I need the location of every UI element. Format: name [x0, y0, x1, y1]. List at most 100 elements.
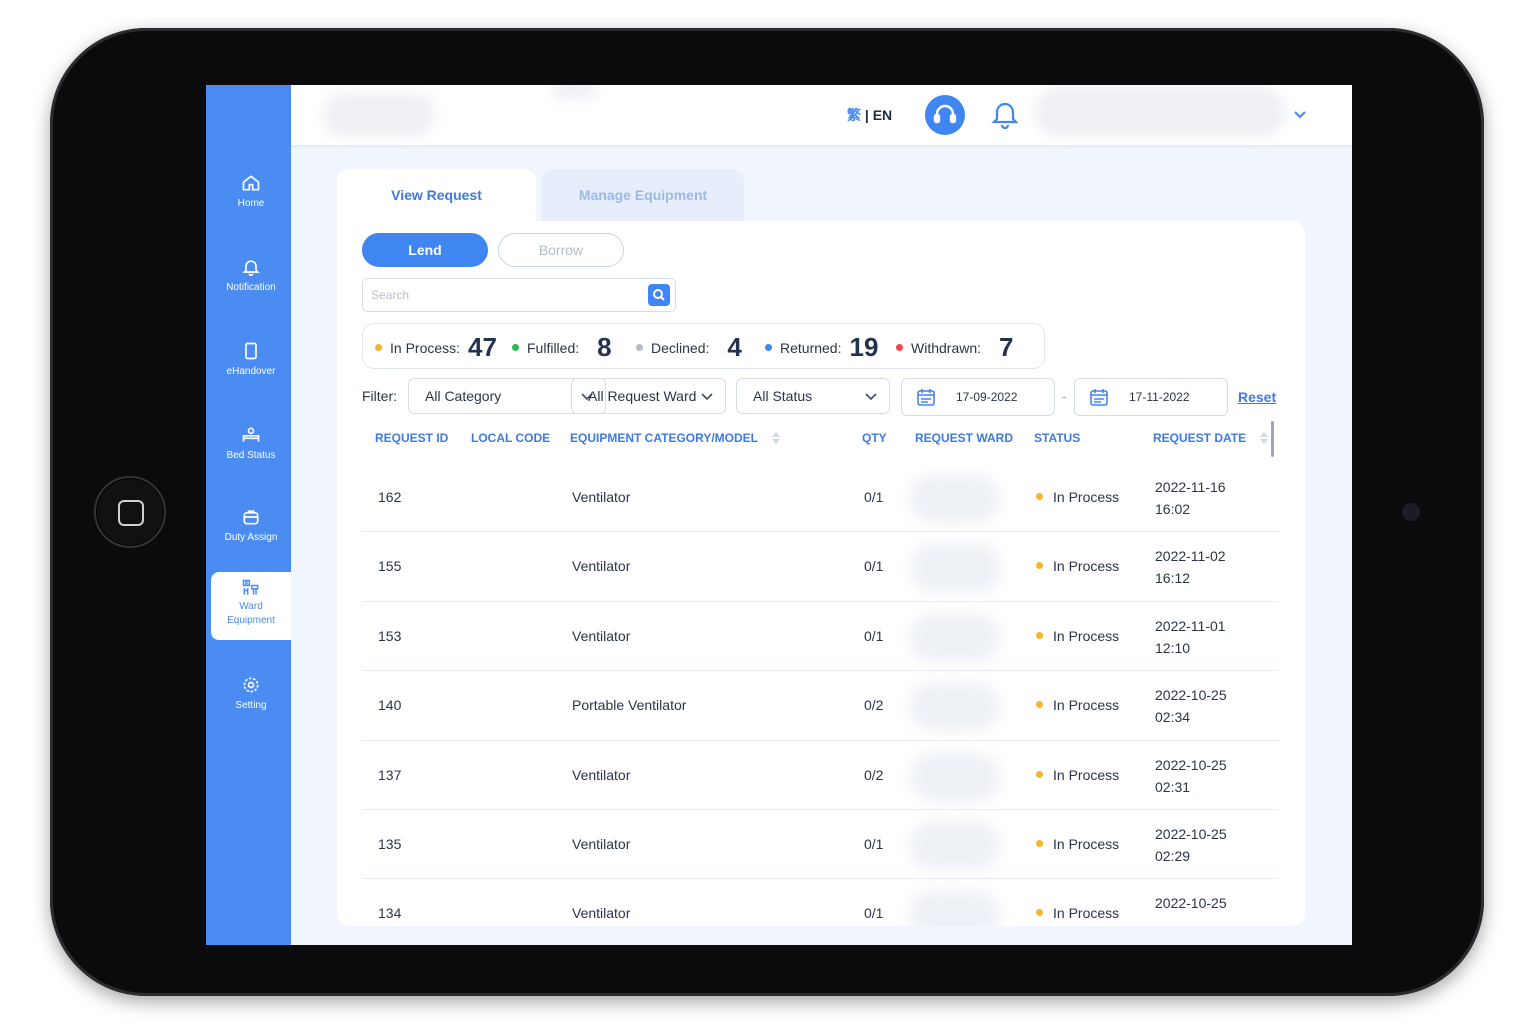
quantity: 0/1 [864, 489, 884, 505]
table-body: 162 Ventilator 0/1 In Process 2022-11-16 16:0… [362, 463, 1279, 926]
status-summary: In Process: 47 Fulfilled: 8 Declined: 4 Ret… [362, 323, 1045, 369]
request-date-day: 2022-11-01 [1155, 617, 1226, 634]
table-row[interactable]: 153 Ventilator 0/1 In Process 2022-11-01 12:1… [362, 602, 1279, 672]
blurred-element [553, 85, 597, 99]
status-select[interactable]: All Status [736, 378, 890, 414]
lang-zh[interactable]: 繁 [847, 107, 861, 123]
stat-value: 47 [468, 332, 497, 362]
stat-in-process[interactable]: In Process: 47 [375, 324, 497, 370]
chevron-down-icon[interactable] [1293, 107, 1307, 121]
language-switcher[interactable]: 繁 | EN [847, 105, 892, 125]
stat-value: 8 [597, 332, 612, 362]
ward-select[interactable]: All Request Ward [571, 378, 726, 414]
reset-link[interactable]: Reset [1238, 389, 1276, 405]
search-button[interactable] [648, 284, 670, 306]
table-scrollbar[interactable] [1271, 421, 1274, 457]
lang-separator: | [861, 107, 873, 123]
request-id: 135 [378, 835, 402, 852]
status-text: In Process [1053, 489, 1120, 505]
stat-withdrawn[interactable]: Withdrawn: 7 [896, 324, 1014, 370]
sort-icon[interactable] [1259, 432, 1269, 444]
column-header-request-id[interactable]: REQUEST ID [375, 431, 448, 445]
stat-declined[interactable]: Declined: 4 [636, 324, 742, 370]
category-select-value: All Category [425, 388, 502, 404]
equipment-model: Ventilator [572, 627, 631, 644]
equipment-model: Ventilator [572, 489, 631, 505]
table-row[interactable]: 162 Ventilator 0/1 In Process 2022-11-16 16:0… [362, 463, 1279, 533]
sidebar-item-label-2: Equipment [227, 615, 275, 626]
sort-icon[interactable] [771, 432, 781, 444]
status-text: In Process [1053, 558, 1120, 575]
sidebar-item-ward-equipment[interactable]: Ward Equipment [211, 572, 291, 640]
column-header-qty[interactable]: QTY [862, 431, 887, 445]
column-header-status[interactable]: STATUS [1034, 431, 1080, 445]
request-date: 2022-10-25 02:31 [1155, 754, 1227, 798]
request-date: 2022-10-25 02:34 [1155, 684, 1227, 728]
request-id: 137 [378, 766, 402, 783]
column-header-local-code[interactable]: LOCAL CODE [471, 431, 550, 445]
sidebar-item-label: Home [237, 198, 265, 209]
stat-value: 7 [999, 332, 1014, 362]
sidebar-item-ehandover[interactable]: eHandover [211, 331, 291, 399]
tab-manage-equipment[interactable]: Manage Equipment [542, 169, 744, 221]
equipment-model: Portable Ventilator [572, 697, 687, 714]
table-row[interactable]: 134 Ventilator 0/1 In Process 2022-10-25 [362, 879, 1279, 926]
date-from-picker[interactable]: 17-09-2022 [901, 378, 1055, 416]
sidebar-item-home[interactable]: Home [211, 163, 291, 231]
request-id: 153 [378, 627, 402, 644]
briefcase-icon [243, 510, 259, 525]
stat-returned[interactable]: Returned: 19 [765, 324, 878, 370]
sidebar-item-label: Ward [239, 601, 263, 612]
status-dot [896, 344, 903, 351]
column-header-equipment[interactable]: EQUIPMENT CATEGORY/MODEL [570, 431, 781, 445]
support-button[interactable] [925, 95, 965, 135]
chevron-down-icon [865, 393, 877, 401]
status-dot [765, 344, 772, 351]
table-row[interactable]: 137 Ventilator 0/2 In Process 2022-10-25 02:3… [362, 741, 1279, 810]
request-date: 2022-11-02 16:12 [1155, 545, 1226, 589]
status-dot [1036, 562, 1043, 570]
column-header-request-date[interactable]: REQUEST DATE [1153, 431, 1269, 445]
table-row[interactable]: 135 Ventilator 0/1 In Process 2022-10-25 02:2… [362, 810, 1279, 880]
status-text: In Process [1053, 905, 1120, 922]
home-icon [242, 175, 260, 191]
column-header-request-ward[interactable]: REQUEST WARD [915, 431, 1013, 445]
tablet-icon [245, 342, 257, 360]
status-dot [512, 344, 519, 351]
stat-label: Returned: [780, 340, 842, 356]
borrow-button[interactable]: Borrow [498, 233, 624, 267]
ward-select-value: All Request Ward [588, 388, 697, 404]
request-date-time: 16:02 [1155, 501, 1191, 517]
blurred-request-ward [910, 821, 1000, 870]
sidebar-item-notification[interactable]: Notification [211, 247, 291, 315]
request-id: 155 [378, 558, 402, 575]
calendar-icon [917, 389, 935, 406]
request-date-day: 2022-10-25 [1155, 687, 1227, 704]
request-id: 140 [378, 697, 402, 714]
tablet-home-button[interactable] [94, 476, 166, 548]
search-input[interactable] [371, 285, 631, 305]
status-cell: In Process [1036, 489, 1119, 505]
request-date: 2022-10-25 [1155, 892, 1227, 914]
sidebar-item-duty-assign[interactable]: Duty Assign [211, 497, 291, 565]
status-dot [1036, 701, 1043, 709]
date-to-value: 17-11-2022 [1129, 390, 1190, 404]
tab-view-request[interactable]: View Request [337, 169, 536, 221]
date-to-picker[interactable]: 17-11-2022 [1074, 378, 1228, 416]
request-date-day: 2022-11-16 [1155, 479, 1226, 495]
stat-fulfilled[interactable]: Fulfilled: 8 [512, 324, 612, 370]
app-screen: Home Notification eHandover Bed Status D… [206, 85, 1352, 945]
status-dot [1036, 839, 1043, 847]
request-id: 134 [378, 905, 402, 922]
sidebar-item-bed-status[interactable]: Bed Status [211, 415, 291, 483]
gear-icon [243, 677, 259, 693]
table-row[interactable]: 155 Ventilator 0/1 In Process 2022-11-02 16:1… [362, 532, 1279, 602]
sidebar-item-setting[interactable]: Setting [211, 665, 291, 733]
lend-button[interactable]: Lend [362, 233, 488, 267]
equipment-model: Ventilator [572, 558, 631, 575]
blurred-request-ward [910, 891, 1000, 926]
lang-en[interactable]: EN [873, 107, 892, 123]
stat-label: Fulfilled: [527, 340, 580, 356]
notification-bell-icon[interactable] [991, 99, 1019, 129]
table-row[interactable]: 140 Portable Ventilator 0/2 In Process 2022-… [362, 671, 1279, 741]
